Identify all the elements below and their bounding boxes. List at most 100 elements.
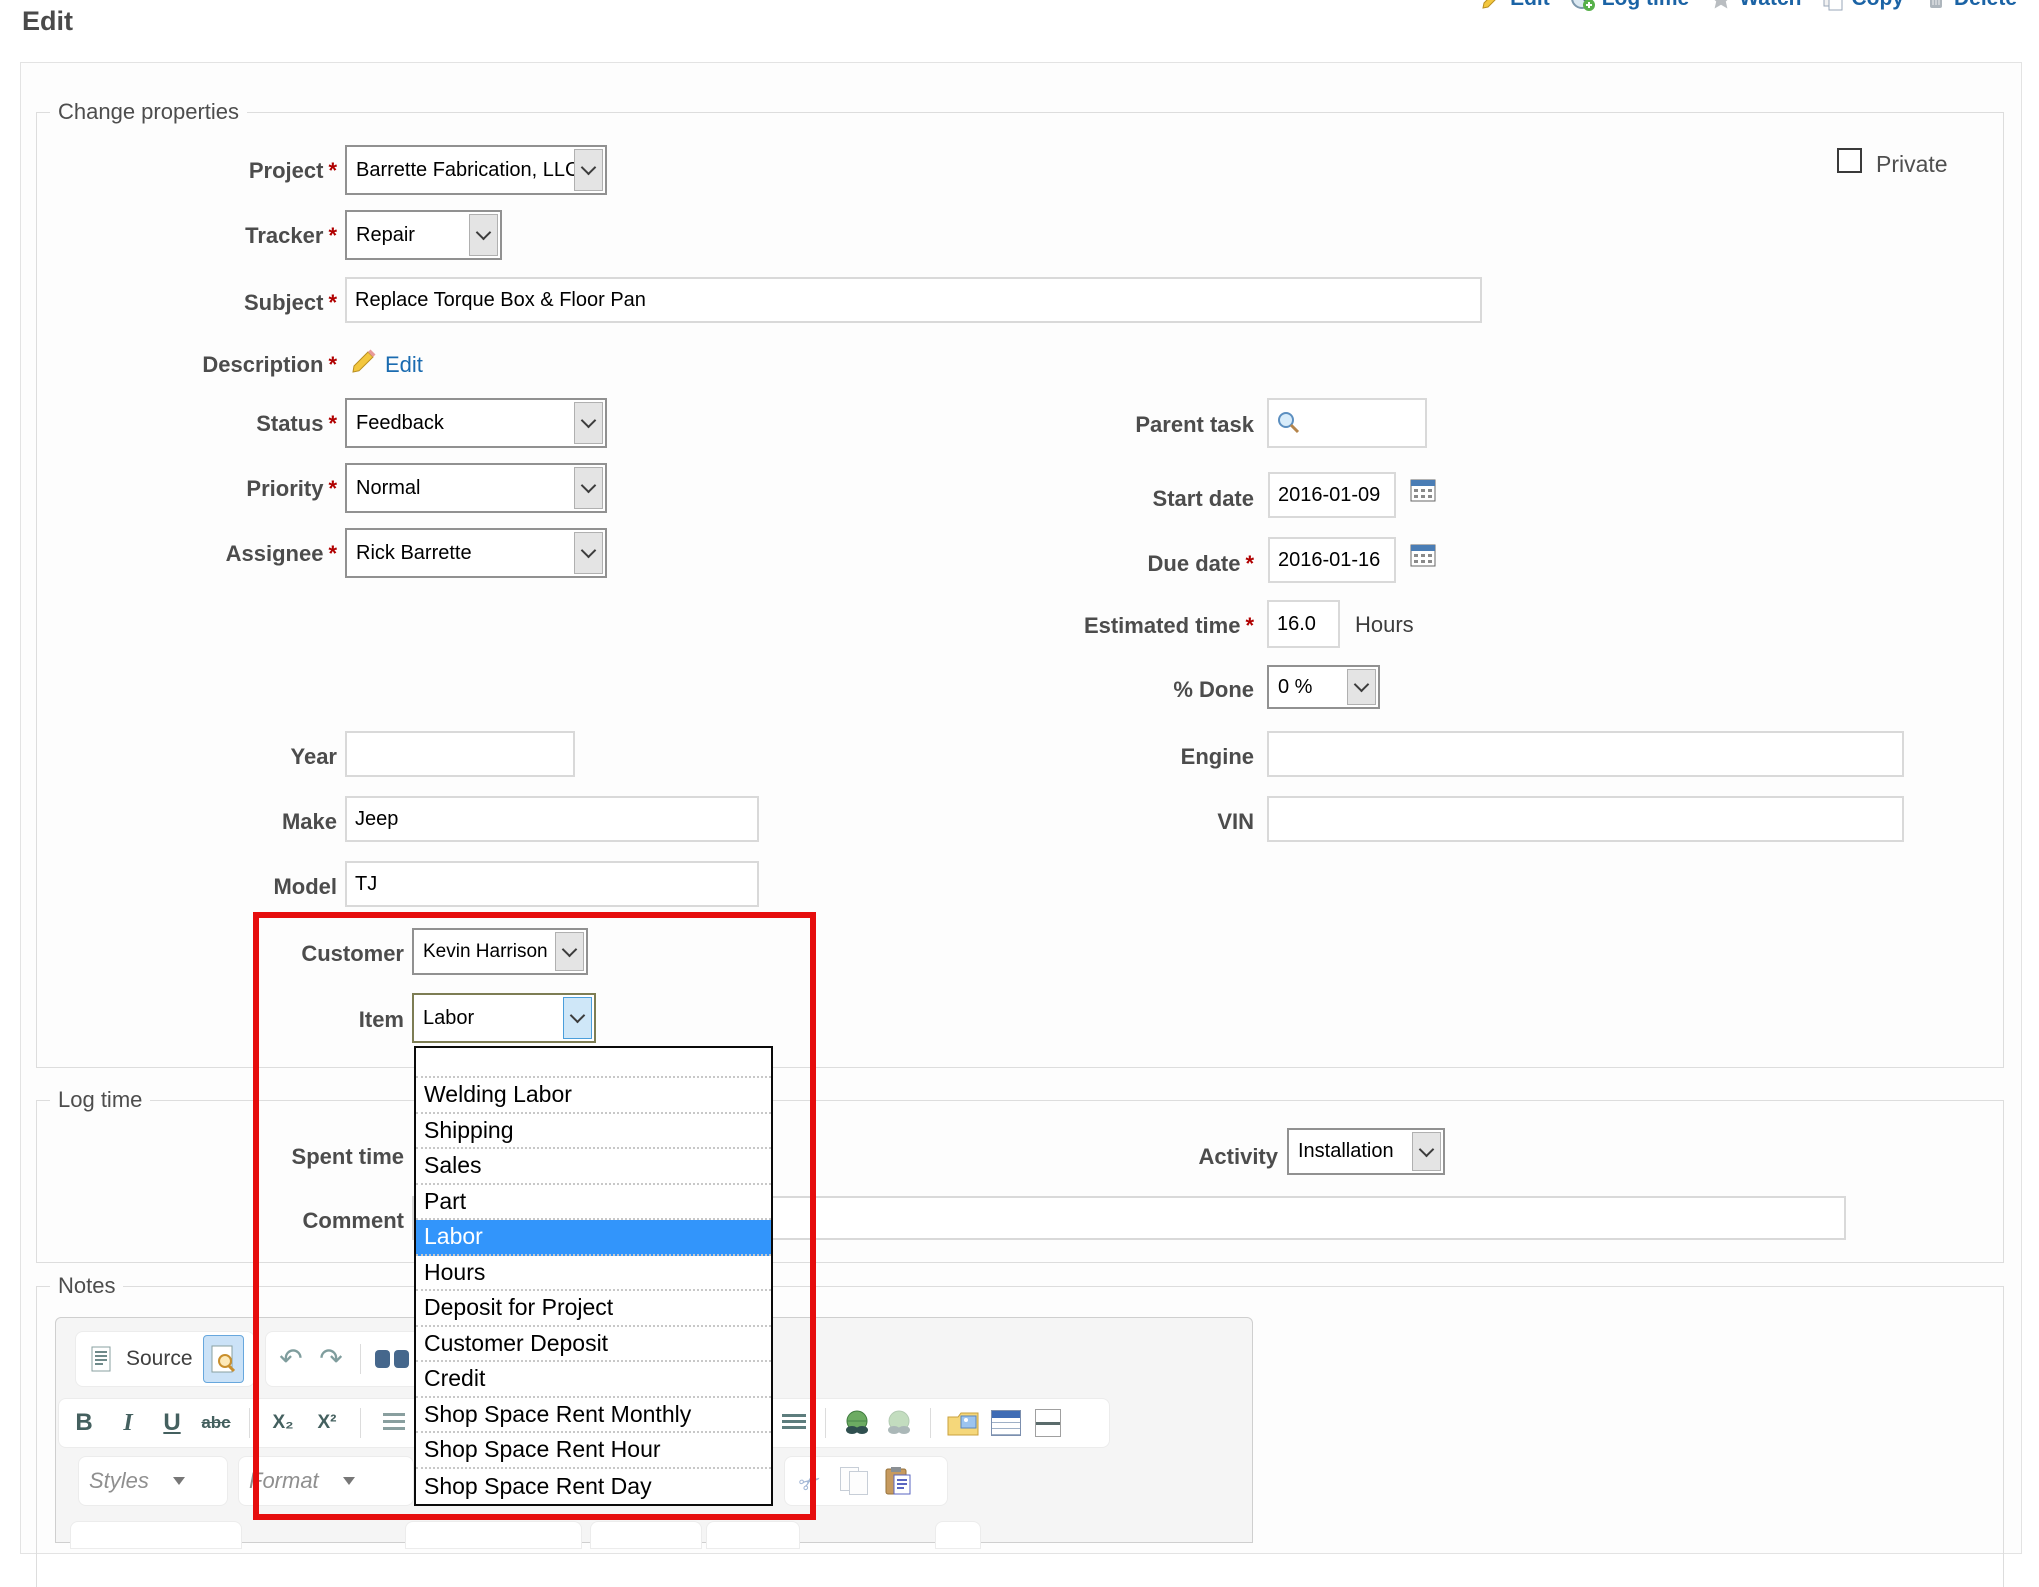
tracker-select-value: Repair (356, 224, 415, 247)
status-select[interactable]: Feedback (345, 398, 607, 448)
subject-input[interactable] (345, 277, 1482, 323)
format-dropdown[interactable]: Format (238, 1456, 414, 1506)
item-dropdown-list: Welding Labor Shipping Sales Part Labor … (414, 1046, 773, 1506)
estimated-time-label: Estimated time* (954, 613, 1254, 639)
parent-task-label: Parent task (954, 412, 1254, 438)
cut-icon[interactable]: ✂ (786, 1456, 834, 1506)
preview-icon (211, 1345, 235, 1373)
styles-dropdown[interactable]: Styles (78, 1456, 228, 1506)
justify-icon[interactable] (779, 1403, 809, 1443)
private-label: Private (1876, 151, 1948, 178)
assignee-select-value: Rick Barrette (356, 542, 472, 565)
unlink-icon[interactable] (884, 1403, 914, 1443)
source-button[interactable] (86, 1339, 116, 1379)
private-checkbox[interactable] (1837, 148, 1862, 173)
table-icon[interactable] (991, 1403, 1021, 1443)
calendar-icon[interactable] (1410, 543, 1436, 567)
dropdown-option[interactable]: Sales (416, 1149, 771, 1185)
preview-button[interactable] (203, 1335, 244, 1383)
editor-group-basicstyles: B I U abc X₂ X² (58, 1398, 430, 1448)
clock-add-icon (1570, 0, 1596, 12)
engine-input[interactable] (1267, 731, 1904, 777)
description-edit-link[interactable]: Edit (385, 352, 423, 378)
toolbar-row4-group (706, 1521, 800, 1549)
dropdown-option[interactable]: Welding Labor (416, 1078, 771, 1114)
year-input[interactable] (345, 731, 575, 777)
log-time-action[interactable]: Log time (1570, 0, 1690, 12)
copy-action[interactable]: Copy (1821, 0, 1904, 11)
chevron-down-icon[interactable] (555, 932, 584, 971)
link-icon[interactable] (842, 1403, 872, 1443)
dropdown-option[interactable]: Hours (416, 1256, 771, 1292)
numbered-list-icon[interactable] (379, 1403, 409, 1443)
item-label: Item (104, 1007, 404, 1033)
done-ratio-select[interactable]: 0 % (1267, 665, 1380, 709)
item-select[interactable]: Labor (412, 993, 596, 1043)
superscript-button[interactable]: X² (312, 1403, 342, 1443)
tracker-select[interactable]: Repair (345, 210, 502, 260)
dropdown-option[interactable]: Shop Space Rent Day (416, 1469, 771, 1505)
dropdown-option[interactable]: Deposit for Project (416, 1291, 771, 1327)
priority-select[interactable]: Normal (345, 463, 607, 513)
bold-button[interactable]: B (69, 1403, 99, 1443)
calendar-icon[interactable] (1410, 478, 1436, 502)
paste-icon[interactable] (883, 1461, 913, 1501)
parent-task-input[interactable] (1267, 398, 1427, 448)
project-select-value: Barrette Fabrication, LLC (356, 159, 579, 182)
activity-select-value: Installation (1298, 1140, 1394, 1163)
image-icon[interactable] (947, 1403, 979, 1443)
redo-icon[interactable]: ↷ (316, 1339, 346, 1379)
dropdown-option-selected[interactable]: Labor (416, 1220, 771, 1256)
assignee-select[interactable]: Rick Barrette (345, 528, 607, 578)
chevron-down-icon[interactable] (1412, 1132, 1441, 1171)
chevron-down-icon[interactable] (563, 997, 592, 1039)
chevron-down-icon[interactable] (574, 149, 603, 191)
dropdown-option[interactable]: Shipping (416, 1114, 771, 1150)
chevron-down-icon[interactable] (574, 467, 603, 509)
estimated-time-input[interactable] (1267, 600, 1340, 648)
subscript-button[interactable]: X₂ (268, 1403, 298, 1443)
spent-time-label: Spent time (104, 1144, 404, 1170)
assignee-label: Assignee* (37, 541, 337, 567)
editor-group-paragraph (742, 1398, 1110, 1448)
dropdown-option[interactable]: Part (416, 1185, 771, 1221)
make-input[interactable] (345, 796, 759, 842)
pencil-icon (349, 347, 377, 375)
edit-action[interactable]: Edit (1480, 0, 1550, 11)
done-ratio-select-value: 0 % (1278, 676, 1312, 699)
change-properties-legend: Change properties (50, 99, 247, 125)
toolbar-row4-group (70, 1521, 242, 1549)
toolbar-row4-group (935, 1521, 981, 1549)
undo-icon[interactable]: ↶ (276, 1339, 306, 1379)
toolbar-row4-group (590, 1521, 702, 1549)
italic-button[interactable]: I (113, 1403, 143, 1443)
engine-label: Engine (954, 744, 1254, 770)
find-icon[interactable] (375, 1339, 409, 1379)
model-input[interactable] (345, 861, 759, 907)
activity-select[interactable]: Installation (1287, 1128, 1445, 1175)
chevron-down-icon[interactable] (469, 214, 498, 256)
due-date-input[interactable] (1268, 537, 1396, 583)
required-marker: * (328, 290, 337, 315)
strikethrough-button[interactable]: abc (201, 1403, 231, 1443)
customer-select[interactable]: Kevin Harrison (412, 928, 588, 975)
delete-action[interactable]: Delete (1924, 0, 2017, 11)
copy-doc-icon[interactable] (839, 1461, 869, 1501)
chevron-down-icon[interactable] (574, 402, 603, 444)
underline-button[interactable]: U (157, 1403, 187, 1443)
dropdown-option[interactable]: Shop Space Rent Monthly (416, 1398, 771, 1434)
watch-action[interactable]: Watch (1709, 0, 1801, 11)
dropdown-option[interactable] (416, 1048, 771, 1078)
project-select[interactable]: Barrette Fabrication, LLC (345, 145, 607, 195)
dropdown-option[interactable]: Shop Space Rent Hour (416, 1433, 771, 1469)
start-date-input[interactable] (1268, 472, 1396, 518)
horizontal-rule-icon[interactable] (1033, 1403, 1063, 1443)
vin-input[interactable] (1267, 796, 1904, 842)
year-label: Year (37, 744, 337, 770)
dropdown-option[interactable]: Customer Deposit (416, 1327, 771, 1363)
dropdown-option[interactable]: Credit (416, 1362, 771, 1398)
log-time-action-label: Log time (1602, 0, 1690, 11)
subject-label: Subject* (37, 290, 337, 316)
chevron-down-icon[interactable] (1347, 669, 1376, 705)
chevron-down-icon[interactable] (574, 532, 603, 574)
